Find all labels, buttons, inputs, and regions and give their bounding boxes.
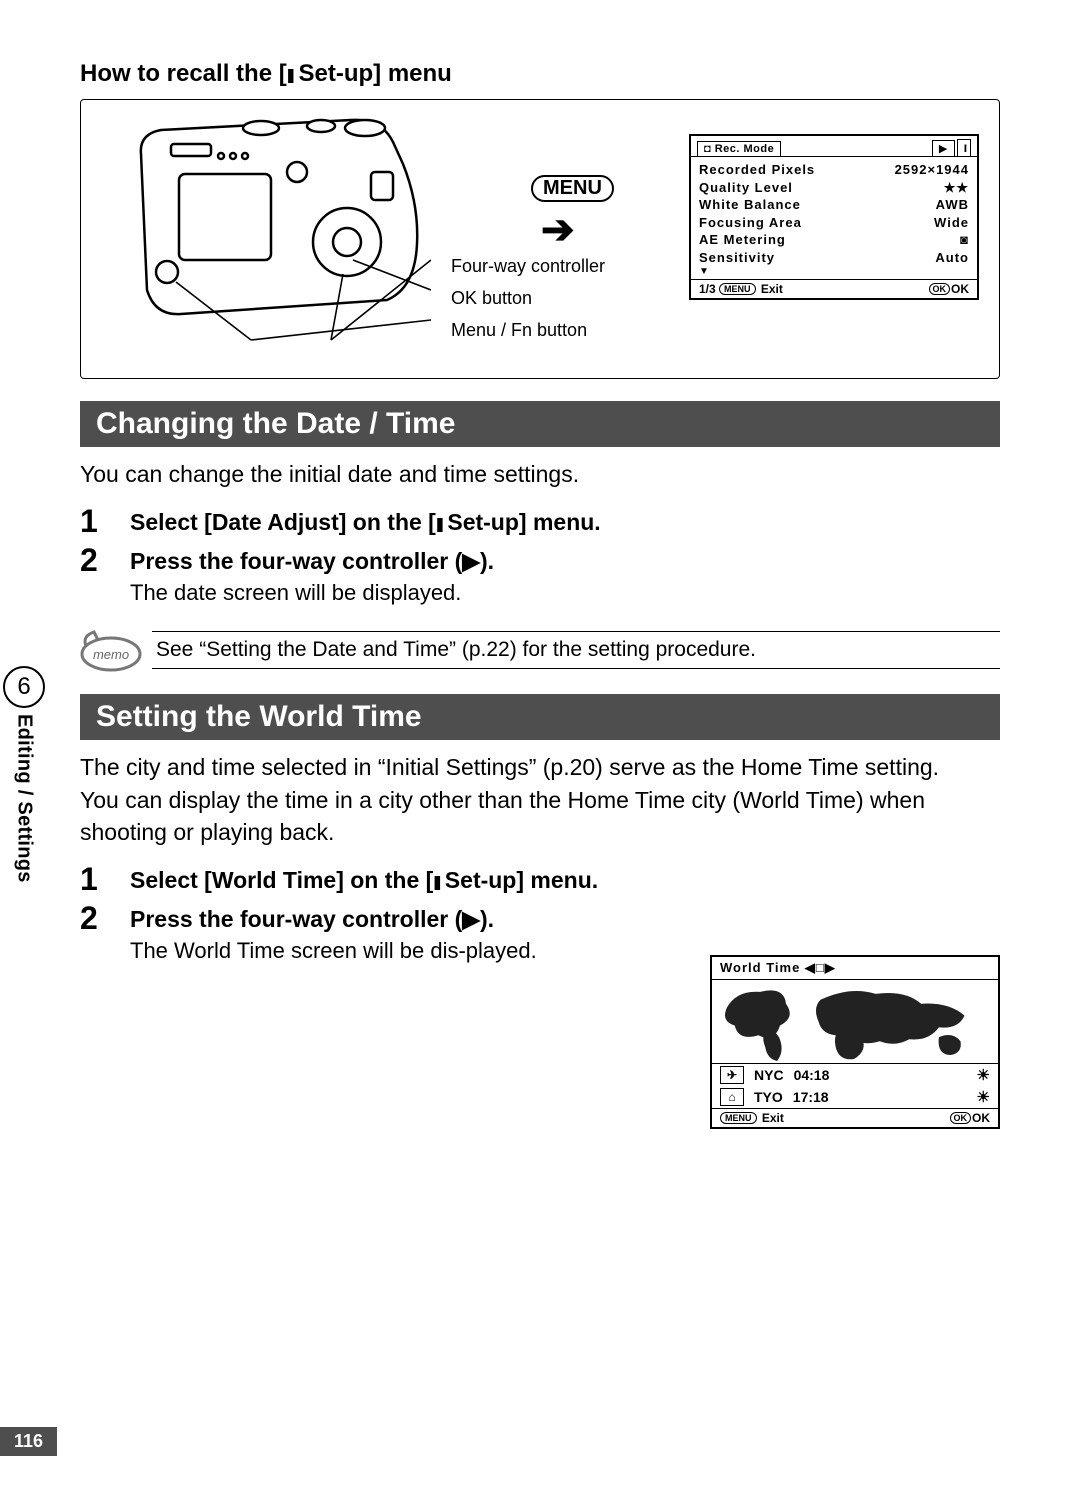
memo-text: See “Setting the Date and Time” (p.22) f… bbox=[152, 631, 1000, 669]
recall-procedure-box: MENU ➔ Four-way controller OK button Men… bbox=[80, 99, 1000, 379]
button-labels: Four-way controller OK button Menu / Fn … bbox=[451, 250, 605, 346]
world-map-icon bbox=[712, 980, 998, 1064]
label-fourway: Four-way controller bbox=[451, 250, 605, 282]
step-2-world: Press the four-way controller (▶). bbox=[130, 902, 494, 934]
step-2-date: Press the four-way controller (▶). bbox=[130, 544, 494, 576]
world-p2: You can display the time in a city other… bbox=[80, 785, 1000, 848]
chapter-number: 6 bbox=[3, 666, 45, 708]
page-number: 116 bbox=[0, 1427, 57, 1456]
world-row-dest: ✈ NYC 04:18 ☀ bbox=[712, 1064, 998, 1086]
step-1-date: Select [Date Adjust] on the [II Set-up] … bbox=[130, 505, 601, 538]
label-menu-fn: Menu / Fn button bbox=[451, 314, 605, 346]
house-icon: ⌂ bbox=[720, 1088, 744, 1106]
world-p1: The city and time selected in “Initial S… bbox=[80, 752, 1000, 784]
rec-mode-lcd: ◘ Rec. Mode ▶ II Recorded Pixels2592×194… bbox=[689, 134, 979, 300]
step-number: 1 bbox=[80, 505, 102, 538]
step-1-world: Select [World Time] on the [II Set-up] m… bbox=[130, 863, 598, 896]
lcd-tab-play-icon: ▶ bbox=[932, 140, 955, 156]
world-lcd-header: World Time ◀□▶ bbox=[712, 957, 998, 980]
side-chapter-tab: 6 Editing / Settings bbox=[0, 666, 48, 883]
plane-icon: ✈ bbox=[720, 1066, 744, 1084]
label-ok: OK button bbox=[451, 282, 605, 314]
chapter-label: Editing / Settings bbox=[13, 714, 36, 883]
step-number: 2 bbox=[80, 902, 102, 934]
step-number: 2 bbox=[80, 544, 102, 576]
sun-icon: ☀ bbox=[977, 1066, 990, 1084]
camera-back-illustration bbox=[121, 114, 431, 344]
step-number: 1 bbox=[80, 863, 102, 896]
section-heading-world: Setting the World Time bbox=[80, 694, 1000, 740]
sun-icon: ☀ bbox=[977, 1088, 990, 1106]
world-time-lcd: World Time ◀□▶ ✈ NYC 04:18 ☀ ⌂ TYO 17:18… bbox=[710, 955, 1000, 1129]
section-heading-date: Changing the Date / Time bbox=[80, 401, 1000, 447]
svg-text:memo: memo bbox=[93, 647, 129, 662]
arrow-right-icon: ➔ bbox=[541, 210, 575, 250]
menu-button-label: MENU bbox=[531, 175, 614, 202]
page-subtitle: How to recall the [II Set-up] menu bbox=[80, 60, 1000, 89]
step-2-date-sub: The date screen will be displayed. bbox=[130, 580, 1000, 606]
lcd-tab-setup-icon: II bbox=[957, 139, 971, 156]
date-intro: You can change the initial date and time… bbox=[80, 459, 1000, 491]
memo-icon: memo bbox=[80, 628, 142, 672]
world-row-home: ⌂ TYO 17:18 ☀ bbox=[712, 1086, 998, 1108]
lcd-tab-rec: ◘ Rec. Mode bbox=[697, 141, 781, 156]
